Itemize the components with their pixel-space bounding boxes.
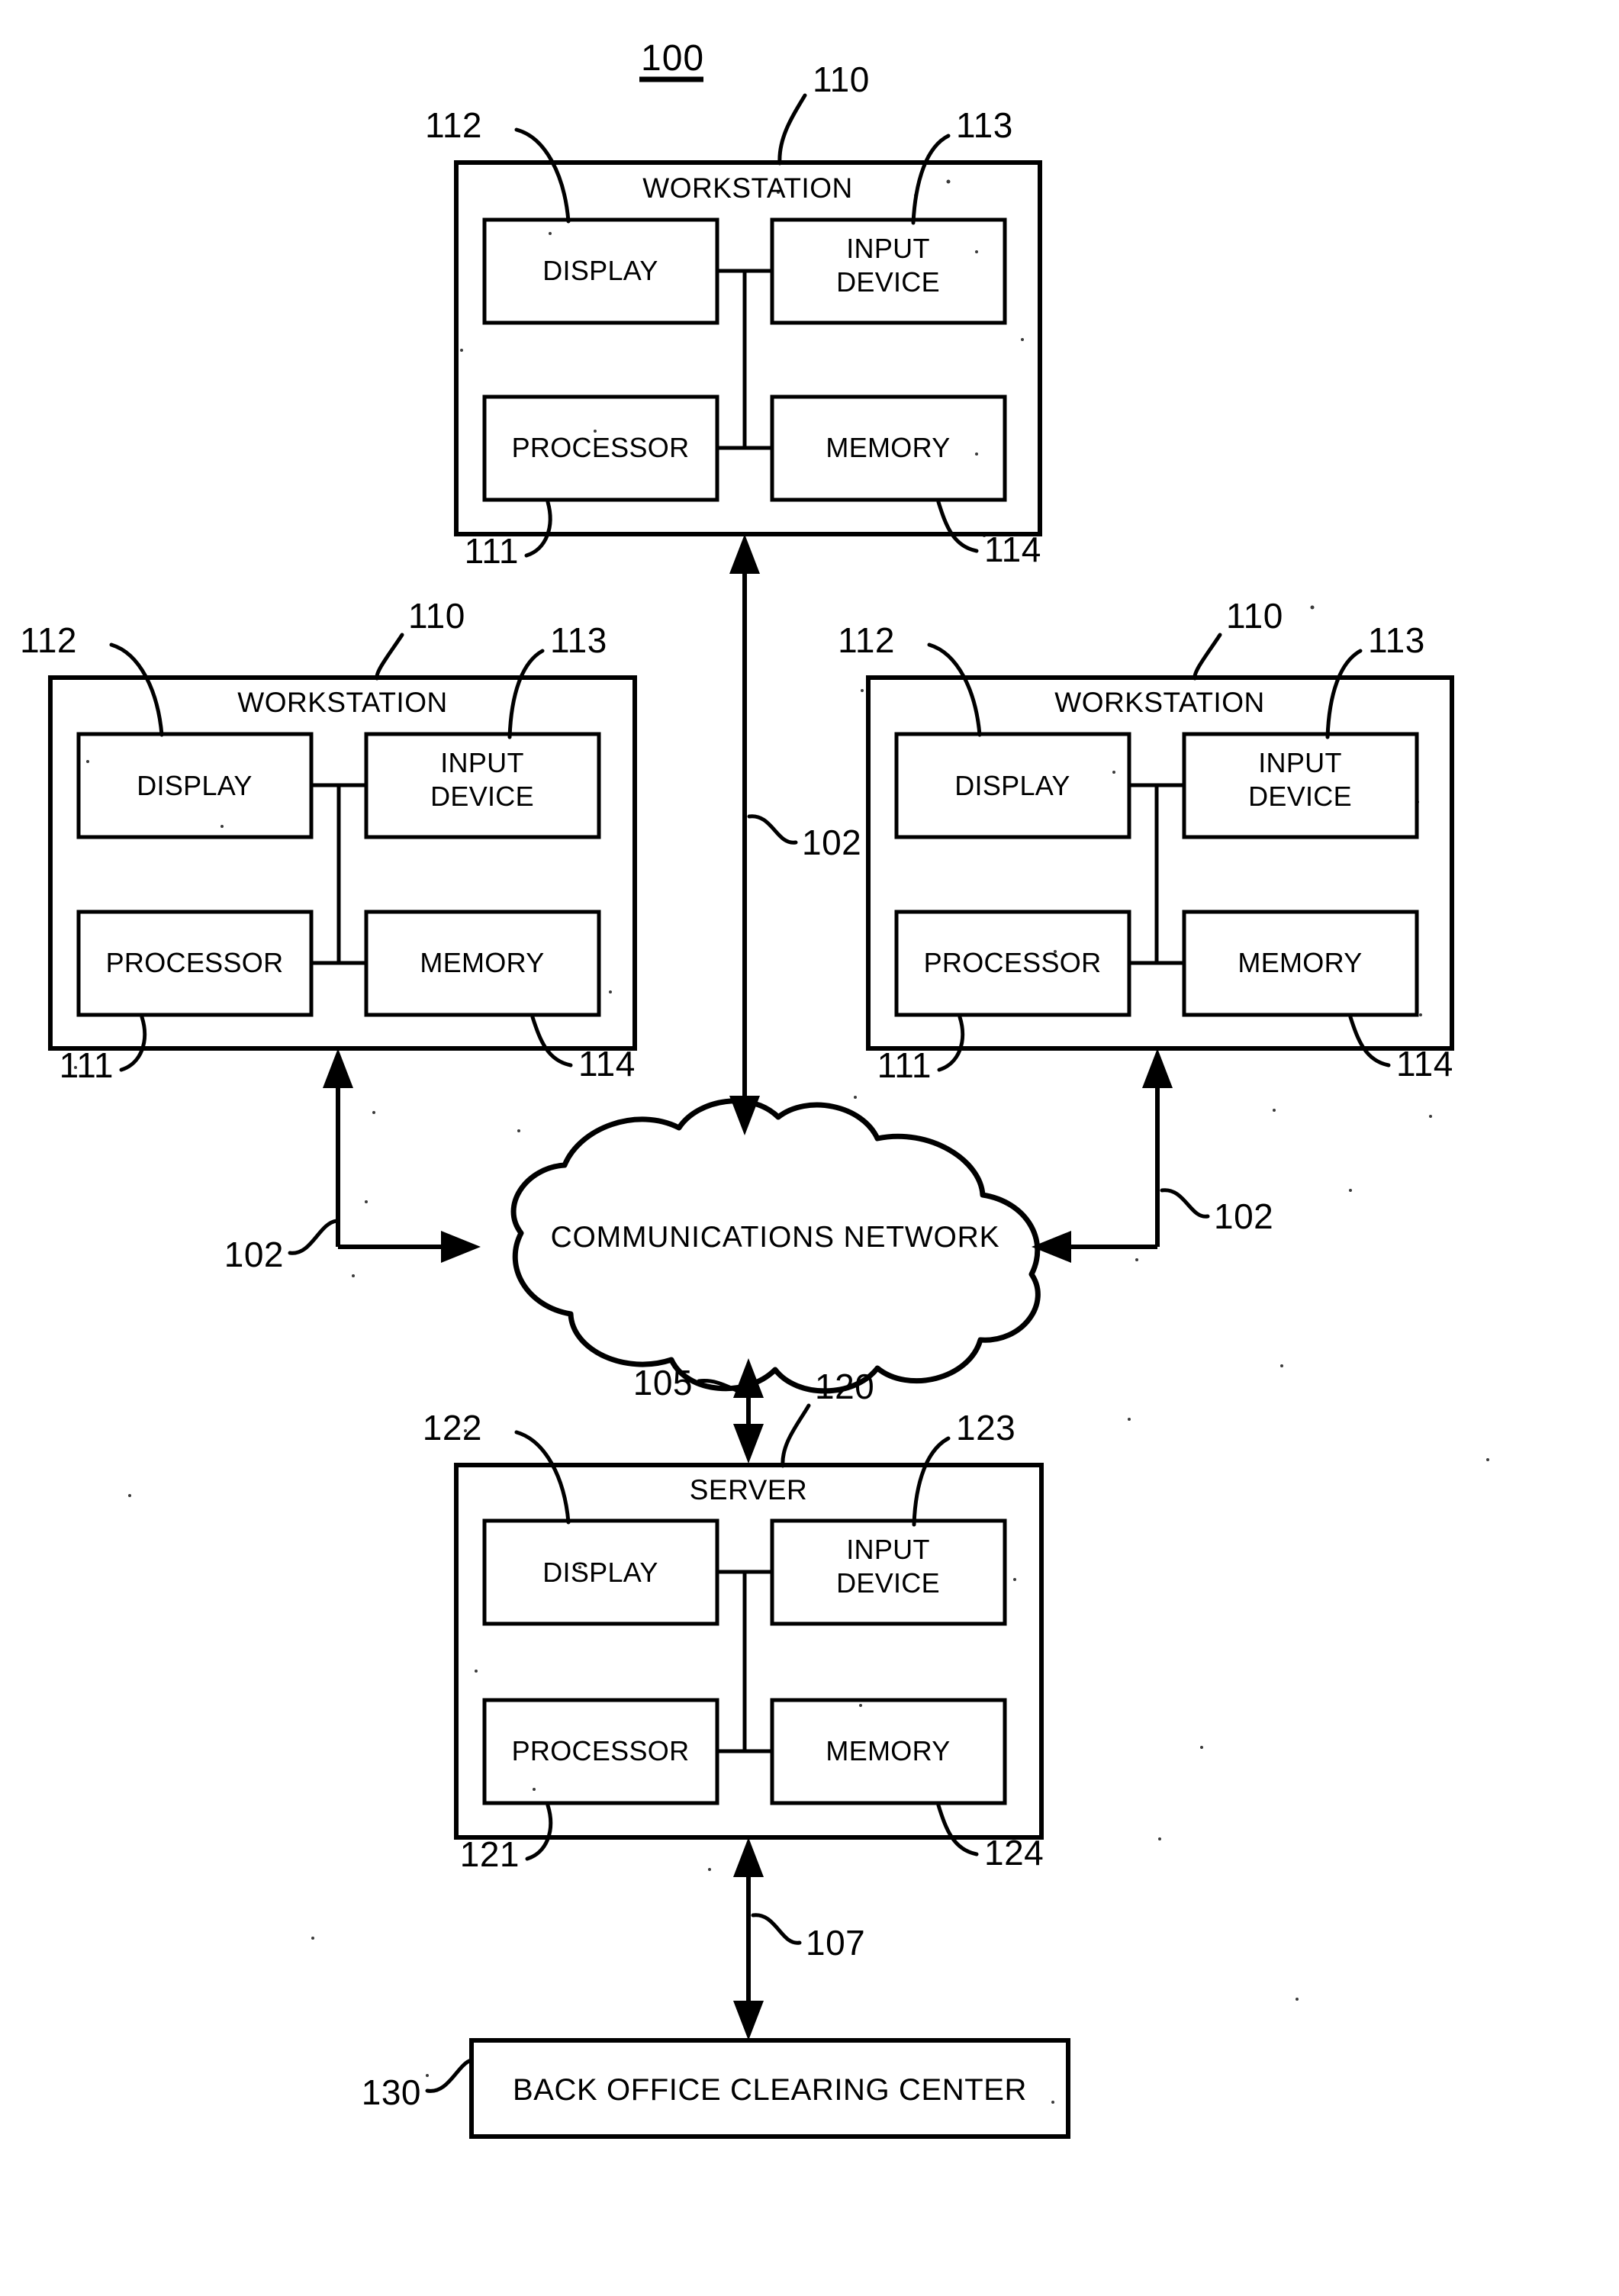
workstation-left-processor-label: PROCESSOR: [106, 947, 284, 978]
workstation-left-ref-113: 113: [550, 620, 607, 660]
workstation-left-display-label: DISPLAY: [137, 770, 253, 801]
communications-network-label: COMMUNICATIONS NETWORK: [551, 1221, 1000, 1254]
patent-figure-diagram: 100 WORKSTATION DISPLAY INPUT DEVICE PRO…: [0, 0, 1619, 2296]
workstation-top-input-device-label-2: DEVICE: [836, 266, 940, 298]
server-ref-124: 124: [984, 1833, 1044, 1873]
workstation-left-ref-114: 114: [578, 1044, 636, 1084]
workstation-top-processor-label: PROCESSOR: [512, 432, 690, 463]
workstation-top-ref-114: 114: [984, 530, 1041, 569]
workstation-right-ref-114: 114: [1396, 1044, 1453, 1084]
workstation-left-ref-111: 111: [60, 1045, 114, 1085]
workstation-left-title: WORKSTATION: [237, 687, 447, 718]
server-input-device-label-2: DEVICE: [836, 1567, 940, 1599]
workstation-top-input-device-label-1: INPUT: [846, 233, 930, 264]
server-input-device-label-1: INPUT: [846, 1534, 930, 1565]
figure-number: 100: [639, 38, 704, 82]
workstation-left-ref-110: 110: [408, 596, 465, 636]
workstation-right-ref-112: 112: [838, 620, 895, 660]
server-memory-label: MEMORY: [826, 1735, 950, 1766]
back-office-label: BACK OFFICE CLEARING CENTER: [513, 2073, 1027, 2107]
workstation-top-ref-111: 111: [465, 531, 519, 571]
workstation-right-input-device-label-2: DEVICE: [1248, 781, 1352, 812]
server-ref-120: 120: [815, 1367, 874, 1406]
workstation-right-input-device-label-1: INPUT: [1258, 747, 1342, 778]
workstation-left-input-device-label-1: INPUT: [440, 747, 524, 778]
workstation-top-ref-113: 113: [956, 105, 1013, 145]
link-server-backoffice-ref-107: 107: [806, 1923, 865, 1963]
workstation-right-ref-113: 113: [1368, 620, 1425, 660]
network-ref-105: 105: [633, 1363, 693, 1402]
link-top-network-ref-102: 102: [802, 823, 861, 862]
workstation-right-ref-110: 110: [1226, 596, 1283, 636]
server-processor-label: PROCESSOR: [512, 1735, 690, 1766]
server-display-label: DISPLAY: [542, 1557, 658, 1588]
figure-number-text: 100: [641, 38, 704, 79]
workstation-left-input-device-label-2: DEVICE: [430, 781, 534, 812]
workstation-right-processor-label: PROCESSOR: [924, 947, 1102, 978]
server-ref-123: 123: [956, 1408, 1015, 1447]
workstation-right-title: WORKSTATION: [1054, 687, 1264, 718]
workstation-top-title: WORKSTATION: [642, 172, 852, 204]
workstation-right-ref-111: 111: [877, 1045, 932, 1085]
link-right-network-ref-102: 102: [1214, 1196, 1273, 1236]
workstation-left-ref-112: 112: [20, 620, 77, 660]
workstation-top-ref-110: 110: [813, 60, 870, 99]
workstation-left-memory-label: MEMORY: [420, 947, 544, 978]
workstation-right-memory-label: MEMORY: [1238, 947, 1362, 978]
workstation-top-display-label: DISPLAY: [542, 255, 658, 286]
back-office-ref-130: 130: [362, 2072, 421, 2112]
workstation-right-display-label: DISPLAY: [954, 770, 1070, 801]
server-title: SERVER: [690, 1474, 808, 1505]
workstation-top-ref-112: 112: [425, 105, 482, 145]
link-left-network-ref-102: 102: [224, 1235, 284, 1274]
server-ref-122: 122: [423, 1408, 482, 1447]
workstation-top-memory-label: MEMORY: [826, 432, 950, 463]
server-ref-121: 121: [460, 1834, 520, 1874]
